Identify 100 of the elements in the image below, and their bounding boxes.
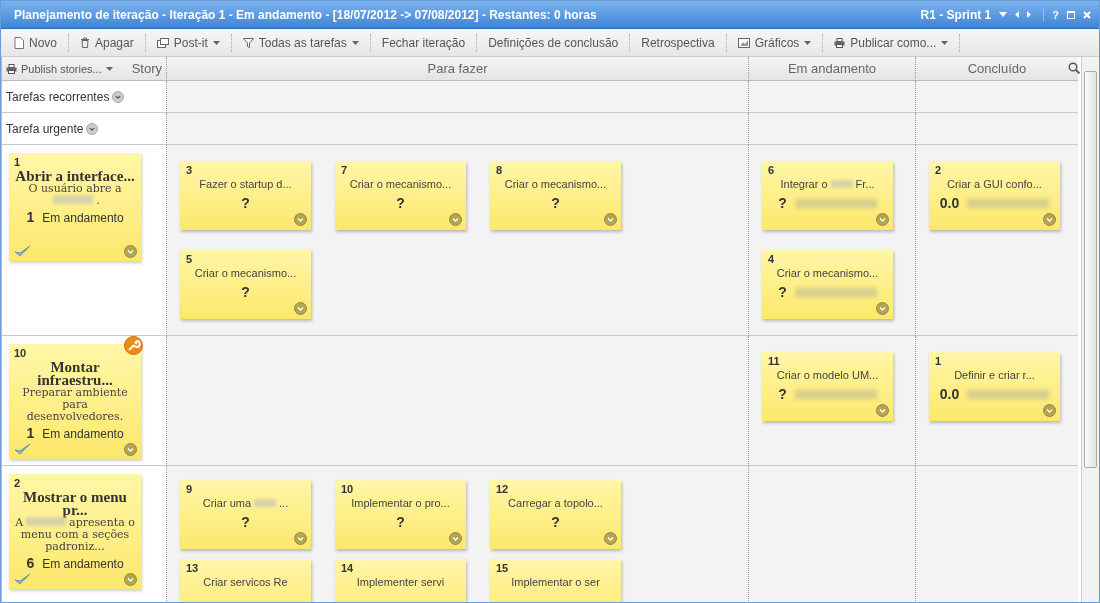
estimate: ?	[551, 514, 560, 530]
card-title: Criar o mecanismo...	[504, 178, 607, 190]
card-title: Carregar a topolo...	[508, 497, 603, 509]
toolbar-button[interactable]: Publish stories...	[6, 62, 113, 75]
column-title: Para fazer	[427, 61, 488, 76]
checkmark-icon	[14, 443, 31, 455]
dropdown-icon[interactable]	[449, 213, 462, 226]
task-card[interactable]: 12 Carregar a topolo... ?	[490, 480, 621, 549]
dropdown-icon[interactable]	[604, 213, 617, 226]
task-card[interactable]: 14 Implementer servi	[335, 559, 466, 602]
story-card[interactable]: 2 Mostrar o menu pr... A apresenta o menu com a seções padroniz... 6 Em andamento	[9, 474, 141, 589]
toolbar-button[interactable]: Post-it	[145, 32, 231, 53]
estimate: ?	[551, 195, 560, 211]
lane-label: Tarefa urgente	[6, 121, 84, 136]
column-title: Concluído	[967, 61, 1027, 76]
card-title: Criar o modelo UM...	[776, 369, 879, 381]
window-title: Planejamento de iteração - Iteração 1 - Em andamento - [18/07/2012 -> 07/08/2012] - Restantes: 0 horas	[14, 7, 598, 22]
dropdown-icon[interactable]	[124, 245, 137, 258]
toolbar-button[interactable]: Definições de conclusão	[477, 32, 630, 53]
close-icon[interactable]	[1083, 10, 1091, 19]
estimate: 0.0	[939, 195, 960, 211]
dropdown-icon[interactable]	[294, 213, 307, 226]
story-title: Abrir a interface...	[14, 170, 136, 183]
dropdown-icon[interactable]	[876, 302, 889, 315]
toolbar-button[interactable]: Todas as tarefas	[231, 32, 370, 53]
dropdown-icon[interactable]	[1043, 213, 1056, 226]
card-number: 3	[186, 164, 193, 176]
dropdown-icon[interactable]	[1043, 404, 1056, 417]
task-card[interactable]: 1 Definir e criar r... 0.0	[929, 352, 1060, 421]
task-card[interactable]: 3 Fazer o startup d... ?	[180, 161, 311, 230]
redaction-mark	[254, 499, 277, 507]
task-card[interactable]: 10 Implementar o pro... ?	[335, 480, 466, 549]
card-number: 2	[935, 164, 942, 176]
estimate: ?	[241, 284, 250, 300]
dropdown-icon[interactable]	[124, 443, 137, 456]
task-card[interactable]: 9 Criar uma ... ?	[180, 480, 311, 549]
card-number: 10	[341, 483, 354, 495]
dropdown-icon[interactable]	[449, 532, 462, 545]
dropdown-icon[interactable]	[294, 532, 307, 545]
dropdown-icon[interactable]	[876, 213, 889, 226]
dropdown-icon[interactable]	[294, 302, 307, 315]
next-icon[interactable]	[1027, 11, 1032, 18]
dropdown-icon[interactable]	[876, 404, 889, 417]
card-title: Implementer servi	[356, 576, 445, 588]
previous-icon[interactable]	[1015, 11, 1020, 18]
toolbar-button[interactable]: Apagar	[69, 32, 145, 53]
card-title: Criar a GUI confo...	[947, 178, 1042, 190]
search-icon[interactable]	[1068, 62, 1080, 74]
card-title: Criar o mecanismo...	[194, 267, 297, 279]
card-number: 2	[14, 477, 21, 489]
notes-icon	[156, 37, 169, 48]
task-card[interactable]: 7 Criar o mecanismo... ?	[335, 161, 466, 230]
maximize-icon[interactable]	[1067, 10, 1075, 19]
story-card[interactable]: 1 Abrir a interface... O usuário abre a . 1 Em andamento	[9, 153, 141, 261]
toolbar-button[interactable]: Retrospectiva	[630, 32, 726, 53]
printer-icon	[834, 37, 846, 48]
toolbar-button[interactable]: Gráficos	[726, 32, 823, 53]
task-card[interactable]: 11 Criar o modelo UM... ?	[762, 352, 893, 421]
card-title: Integrar o Fr...	[780, 178, 875, 190]
estimate: ?	[396, 514, 405, 530]
task-count: 6	[26, 555, 35, 571]
story-description: A apresenta o menu com a seções padroniz...	[14, 517, 136, 553]
task-card[interactable]: 4 Criar o mecanismo... ?	[762, 250, 893, 319]
redaction-mark	[53, 195, 94, 204]
card-title: Implementar o pro...	[351, 497, 450, 509]
toolbar-button[interactable]: Fechar iteração	[370, 32, 477, 53]
redaction-mark	[26, 517, 67, 526]
card-number: 12	[496, 483, 509, 495]
story-title: Montar infraestru...	[36, 361, 114, 387]
toolbar-button[interactable]: Novo	[3, 32, 68, 53]
story-status: Em andamento	[42, 557, 124, 571]
expand-icon[interactable]	[86, 122, 99, 135]
task-card[interactable]: 6 Integrar o Fr... ?	[762, 161, 893, 230]
card-title: Implementar o ser	[511, 576, 600, 588]
checkmark-icon	[14, 245, 31, 257]
card-number: 15	[496, 562, 509, 574]
checkmark-icon	[14, 573, 31, 585]
card-title: Definir e criar r...	[954, 369, 1035, 381]
lane-label: Tarefas recorrentes	[6, 89, 110, 104]
task-card[interactable]: 8 Criar o mecanismo... ?	[490, 161, 621, 230]
printer-icon	[6, 63, 17, 74]
expand-icon[interactable]	[112, 90, 125, 103]
estimate: ?	[778, 195, 787, 211]
card-number: 9	[186, 483, 193, 495]
dropdown-icon[interactable]	[604, 532, 617, 545]
task-card[interactable]: 15 Implementar o ser	[490, 559, 621, 602]
toolbar-button[interactable]: Publicar como...	[823, 32, 960, 53]
scrollbar[interactable]	[1081, 57, 1099, 602]
dropdown-icon[interactable]	[124, 573, 137, 586]
card-number: 1	[935, 355, 942, 367]
task-card[interactable]: 2 Criar a GUI confo... 0.0	[929, 161, 1060, 230]
estimate: ?	[241, 195, 250, 211]
story-card[interactable]: 10 Montar infraestru... Preparar ambiente para desenvolvedores. 1 Em andamento	[9, 344, 141, 459]
scroll-thumb[interactable]	[1084, 71, 1097, 468]
estimate: 0.0	[939, 386, 960, 402]
task-card[interactable]: 5 Criar o mecanismo... ?	[180, 250, 311, 319]
card-number: 11	[768, 355, 780, 367]
card-title: Fazer o startup d...	[199, 178, 292, 190]
estimate: ?	[241, 514, 250, 530]
task-card[interactable]: 13 Criar servicos Re	[180, 559, 311, 602]
